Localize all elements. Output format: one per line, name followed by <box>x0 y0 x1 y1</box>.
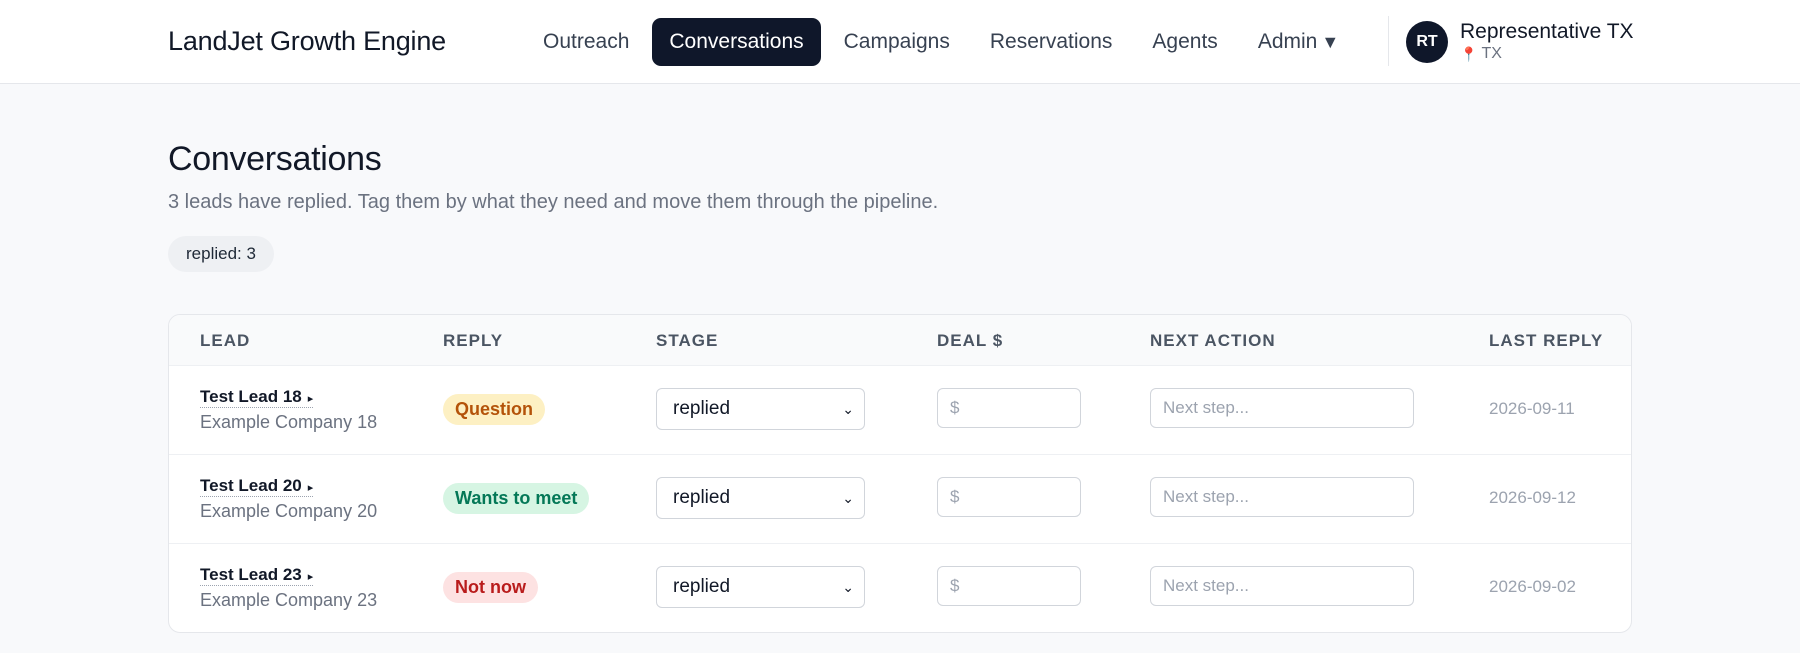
col-header-deal: Deal $ <box>937 331 1004 350</box>
next-action-input[interactable] <box>1150 477 1414 517</box>
stage-select-value: replied <box>673 487 731 508</box>
col-header-lead: Lead <box>200 331 251 350</box>
table-row: Test Lead 23 ▸ Example Company 23 Not now… <box>169 543 1631 632</box>
table-row: Test Lead 18 ▸ Example Company 18 Questio… <box>169 365 1631 454</box>
table-header: Lead Reply Stage Deal $ Next Action Last… <box>169 315 1631 365</box>
lead-name-link[interactable]: Test Lead 23 ▸ <box>200 565 314 586</box>
last-reply-date: 2026-09-12 <box>1489 488 1576 507</box>
lead-name-link[interactable]: Test Lead 20 ▸ <box>200 476 314 497</box>
col-header-last-reply: Last Reply <box>1489 331 1604 350</box>
nav-admin-dropdown[interactable]: Admin ▼ <box>1241 18 1356 66</box>
expand-triangle-icon: ▸ <box>307 571 314 583</box>
reply-tag-badge[interactable]: Question <box>443 394 546 425</box>
top-navbar: LandJet Growth Engine Outreach Conversat… <box>0 0 1800 84</box>
header-divider <box>1388 16 1389 66</box>
nav-conversations[interactable]: Conversations <box>652 18 821 66</box>
reply-tag-badge[interactable]: Not now <box>443 572 538 603</box>
pin-icon: 📍 <box>1460 46 1478 62</box>
expand-triangle-icon: ▸ <box>307 482 314 494</box>
main-content: Conversations 3 leads have replied. Tag … <box>168 140 1632 633</box>
page-title: Conversations <box>168 140 382 178</box>
brand-title[interactable]: LandJet Growth Engine <box>168 26 446 57</box>
user-menu[interactable]: RT Representative TX 📍 TX <box>1406 20 1634 64</box>
lead-name: Test Lead 23 <box>200 565 302 584</box>
lead-company: Example Company 20 <box>200 501 378 521</box>
caret-down-icon: ▼ <box>1321 32 1340 52</box>
user-location: 📍 TX <box>1460 44 1634 64</box>
chevron-down-icon: ⌄ <box>842 578 854 595</box>
table-row: Test Lead 20 ▸ Example Company 20 Wants t… <box>169 454 1631 543</box>
conversations-table: Lead Reply Stage Deal $ Next Action Last… <box>168 314 1632 633</box>
lead-name-link[interactable]: Test Lead 18 ▸ <box>200 387 314 408</box>
user-info: Representative TX 📍 TX <box>1460 20 1634 64</box>
stage-select-value: replied <box>673 576 731 597</box>
avatar[interactable]: RT <box>1406 21 1448 63</box>
col-header-next-action: Next Action <box>1150 331 1276 350</box>
stage-select[interactable]: replied ⌄ <box>656 388 865 430</box>
nav-reservations[interactable]: Reservations <box>973 18 1130 66</box>
deal-amount-input[interactable] <box>937 388 1081 428</box>
last-reply-date: 2026-09-02 <box>1489 577 1576 596</box>
nav-admin-label: Admin <box>1257 30 1318 53</box>
stage-select[interactable]: replied ⌄ <box>656 566 865 608</box>
lead-company: Example Company 18 <box>200 412 378 432</box>
reply-tag-badge[interactable]: Wants to meet <box>443 483 590 514</box>
col-header-reply: Reply <box>443 331 504 350</box>
col-header-stage: Stage <box>656 331 719 350</box>
user-name: Representative TX <box>1460 20 1634 43</box>
user-location-text: TX <box>1481 45 1502 62</box>
lead-name: Test Lead 18 <box>200 387 302 406</box>
next-action-input[interactable] <box>1150 388 1414 428</box>
chevron-down-icon: ⌄ <box>842 400 854 417</box>
stage-select-value: replied <box>673 398 731 419</box>
status-count-chip: replied: 3 <box>168 236 274 272</box>
deal-amount-input[interactable] <box>937 477 1081 517</box>
page-subtitle: 3 leads have replied. Tag them by what t… <box>168 191 939 213</box>
nav-agents[interactable]: Agents <box>1135 18 1234 66</box>
expand-triangle-icon: ▸ <box>307 393 314 405</box>
lead-name: Test Lead 20 <box>200 476 302 495</box>
stage-select[interactable]: replied ⌄ <box>656 477 865 519</box>
next-action-input[interactable] <box>1150 566 1414 606</box>
main-nav: Outreach Conversations Campaigns Reserva… <box>526 18 1356 66</box>
chevron-down-icon: ⌄ <box>842 489 854 506</box>
deal-amount-input[interactable] <box>937 566 1081 606</box>
lead-company: Example Company 23 <box>200 590 378 610</box>
nav-campaigns[interactable]: Campaigns <box>827 18 967 66</box>
last-reply-date: 2026-09-11 <box>1489 399 1575 418</box>
nav-outreach[interactable]: Outreach <box>526 18 646 66</box>
